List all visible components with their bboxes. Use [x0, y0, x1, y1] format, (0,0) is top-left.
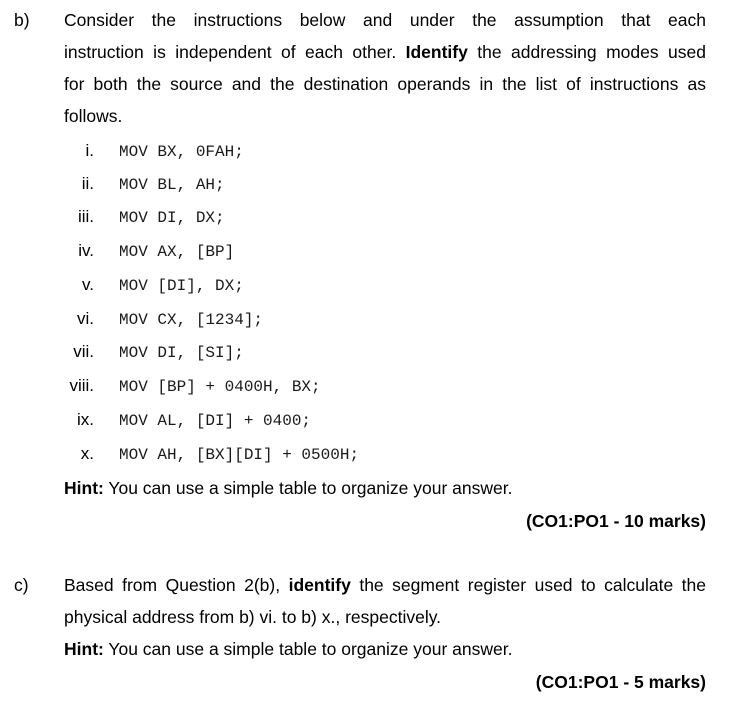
instruction-item: iv. MOV AX, [BP] [64, 241, 564, 265]
instruction-code: MOV BL, AH; [119, 176, 225, 194]
instruction-number: ix. [77, 410, 94, 429]
part-c-hint: Hint: You can use a simple table to orga… [64, 639, 512, 660]
identify-keyword: Identify [405, 42, 468, 62]
instruction-code: MOV DI, DX; [119, 209, 225, 227]
instruction-item: iii. MOV DI, DX; [64, 207, 564, 231]
part-c-line-2: physical address from b) vi. to b) x., r… [64, 607, 442, 627]
question-text: the segment register used to calculate t… [350, 575, 706, 595]
instruction-code: MOV AX, [BP] [119, 243, 235, 261]
question-text: Based from Question 2(b), [64, 575, 289, 595]
instruction-item: i. MOV BX, 0FAH; [64, 141, 564, 165]
instruction-number: ii. [81, 174, 94, 193]
instruction-code: MOV AH, [BX][DI] + 0500H; [119, 446, 360, 464]
part-b-intro-line-3: for both the source and the destination … [64, 74, 706, 94]
hint-label: Hint: [64, 478, 104, 498]
instruction-number: viii. [69, 376, 94, 395]
hint-text: You can use a simple table to organize y… [103, 478, 513, 498]
instruction-item: vi. MOV CX, [1234]; [64, 309, 564, 333]
instruction-code: MOV [DI], DX; [119, 277, 244, 295]
part-b-hint: Hint: You can use a simple table to orga… [64, 478, 512, 499]
instruction-code: MOV DI, [SI]; [119, 344, 244, 362]
instruction-item: x. MOV AH, [BX][DI] + 0500H; [64, 444, 564, 468]
instruction-number: i. [85, 141, 95, 160]
identify-keyword: identify [288, 575, 351, 595]
instruction-item: viii. MOV [BP] + 0400H, BX; [64, 376, 564, 400]
intro-text: the addressing modes used [467, 42, 706, 62]
instruction-item: ii. MOV BL, AH; [64, 174, 564, 198]
instruction-item: ix. MOV AL, [DI] + 0400; [64, 410, 564, 434]
instruction-code: MOV BX, 0FAH; [119, 143, 244, 161]
instruction-number: v. [82, 275, 94, 294]
instruction-code: MOV AL, [DI] + 0400; [119, 412, 312, 430]
hint-text: You can use a simple table to organize y… [103, 639, 513, 659]
part-b-label: b) [14, 10, 30, 30]
instruction-number: iii. [77, 207, 94, 226]
part-c-marks: (CO1:PO1 - 5 marks) [535, 672, 706, 692]
instruction-number: x. [80, 444, 94, 463]
part-c-line-1: Based from Question 2(b), identify the s… [64, 575, 706, 596]
intro-text: instruction is independent of each other… [64, 42, 406, 62]
instruction-item: v. MOV [DI], DX; [64, 275, 564, 299]
hint-label: Hint: [64, 639, 104, 659]
part-b-intro-line-1: Consider the instructions below and unde… [64, 10, 706, 30]
instruction-number: iv. [78, 241, 94, 260]
part-c-label: c) [14, 575, 29, 595]
part-b-intro-line-2: instruction is independent of each other… [64, 42, 706, 63]
part-b-marks: (CO1:PO1 - 10 marks) [526, 511, 706, 531]
instruction-code: MOV CX, [1234]; [119, 311, 264, 329]
instruction-code: MOV [BP] + 0400H, BX; [119, 378, 321, 396]
instruction-item: vii. MOV DI, [SI]; [64, 342, 564, 366]
instruction-number: vi. [77, 309, 94, 328]
instruction-number: vii. [73, 342, 94, 361]
part-b-intro-line-4: follows. [64, 106, 123, 126]
